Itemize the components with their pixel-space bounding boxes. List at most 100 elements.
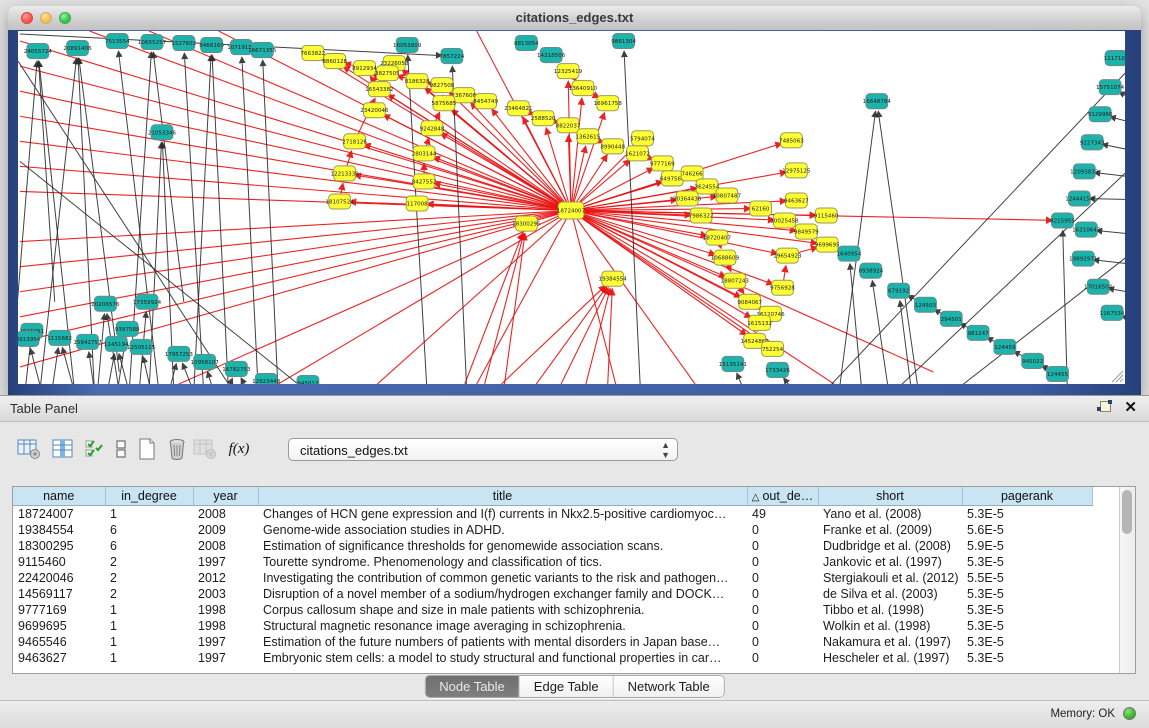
- graph-node[interactable]: 12975125: [782, 163, 811, 178]
- table-cell[interactable]: 0: [747, 522, 818, 538]
- table-row[interactable]: 977716911998Corpus callosum shape and si…: [13, 602, 1092, 618]
- graph-node[interactable]: 1640954: [837, 246, 862, 261]
- graph-node[interactable]: 18300295: [512, 216, 541, 231]
- graph-node[interactable]: 1527602: [171, 36, 196, 51]
- selection-checks-icon[interactable]: [82, 436, 108, 462]
- graph-node[interactable]: 24055724: [24, 44, 53, 59]
- table-cell[interactable]: 6: [105, 538, 193, 554]
- column-header-in_degree[interactable]: in_degree: [105, 487, 193, 506]
- graph-node[interactable]: 9242848: [420, 121, 445, 136]
- table-cell[interactable]: 5.6E-5: [962, 522, 1092, 538]
- table-row[interactable]: 1938455462009Genome-wide association stu…: [13, 522, 1092, 538]
- table-cell[interactable]: Tibbo et al. (1998): [818, 602, 962, 618]
- graph-node[interactable]: 17359924: [133, 294, 162, 309]
- table-cell[interactable]: 9699695: [13, 618, 105, 634]
- table-cell[interactable]: 9465546: [13, 634, 105, 650]
- graph-node[interactable]: 8813054: [514, 36, 539, 51]
- table-cell[interactable]: 0: [747, 554, 818, 570]
- window-titlebar[interactable]: citations_edges.txt: [8, 6, 1141, 31]
- graph-node[interactable]: 5794074: [630, 131, 655, 146]
- table-cell[interactable]: 5.5E-5: [962, 570, 1092, 586]
- graph-node[interactable]: 1621072: [625, 146, 650, 161]
- table-cell[interactable]: Franke et al. (2009): [818, 522, 962, 538]
- graph-node[interactable]: 9397588: [115, 321, 140, 336]
- table-row[interactable]: 946362711997Embryonic stem cells: a mode…: [13, 650, 1092, 666]
- graph-node[interactable]: 8990448: [600, 139, 625, 154]
- graph-node[interactable]: 8938924: [858, 263, 883, 278]
- table-cell[interactable]: 2003: [193, 586, 258, 602]
- table-cell[interactable]: 1997: [193, 634, 258, 650]
- graph-node[interactable]: 18720407: [703, 230, 732, 245]
- graph-node[interactable]: 7857224: [440, 49, 465, 64]
- graph-node[interactable]: 14218506: [537, 48, 566, 63]
- graph-node[interactable]: 9861304: [611, 34, 636, 49]
- table-cell[interactable]: 9777169: [13, 602, 105, 618]
- graph-node[interactable]: 16782753: [222, 361, 251, 376]
- table-cell[interactable]: 18300295: [13, 538, 105, 554]
- graph-node[interactable]: 23420046: [360, 103, 389, 118]
- column-header-title[interactable]: title: [258, 487, 747, 506]
- graph-node[interactable]: 9827508: [430, 78, 455, 93]
- graph-node[interactable]: 8186328: [405, 74, 430, 89]
- table-cell[interactable]: Corpus callosum shape and size in male p…: [258, 602, 747, 618]
- graph-node[interactable]: 8912934: [352, 61, 377, 76]
- table-cell[interactable]: 5.3E-5: [962, 618, 1092, 634]
- table-cell[interactable]: 1: [105, 618, 193, 634]
- column-header-pagerank[interactable]: pagerank: [962, 487, 1092, 506]
- table-cell[interactable]: de Silva et al. (2003): [818, 586, 962, 602]
- table-cell[interactable]: Changes of HCN gene expression and I(f) …: [258, 506, 747, 523]
- table-selector-dropdown[interactable]: citations_edges.txt ▲▼: [288, 438, 678, 461]
- graph-node[interactable]: 2588520: [531, 111, 556, 126]
- graph-node[interactable]: 13640910: [569, 81, 598, 96]
- table-cell[interactable]: 2008: [193, 506, 258, 523]
- graph-node[interactable]: 18724007: [557, 202, 586, 219]
- graph-node[interactable]: 10655257: [138, 35, 167, 50]
- graph-node[interactable]: 1733426: [765, 362, 790, 377]
- table-row[interactable]: 1456911722003Disruption of a novel membe…: [13, 586, 1092, 602]
- table-cell[interactable]: Investigating the contribution of common…: [258, 570, 747, 586]
- table-cell[interactable]: Dudbridge et al. (2008): [818, 538, 962, 554]
- table-cell[interactable]: 18724007: [13, 506, 105, 523]
- citation-graph[interactable]: 1872400718300295766382288601288912934232…: [18, 31, 1125, 384]
- graph-node[interactable]: 10688609: [711, 250, 740, 265]
- tab-network-table[interactable]: Network Table: [614, 676, 724, 697]
- graph-node[interactable]: 2803144: [412, 146, 437, 161]
- table-cell[interactable]: 1998: [193, 602, 258, 618]
- graph-node[interactable]: 23464821: [504, 101, 533, 116]
- table-cell[interactable]: 0: [747, 618, 818, 634]
- graph-node[interactable]: 12213339: [331, 166, 360, 181]
- table-row[interactable]: 2242004622012Investigating the contribut…: [13, 570, 1092, 586]
- table-cell[interactable]: 0: [747, 602, 818, 618]
- graph-node[interactable]: 9699695: [815, 237, 840, 252]
- graph-node[interactable]: 12505115: [127, 339, 156, 354]
- graph-node[interactable]: 12444154: [1065, 191, 1094, 206]
- table-cell[interactable]: Structural magnetic resonance image aver…: [258, 618, 747, 634]
- table-cell[interactable]: 5.3E-5: [962, 634, 1092, 650]
- table-cell[interactable]: 1: [105, 602, 193, 618]
- table-cell[interactable]: 1: [105, 506, 193, 523]
- table-cell[interactable]: 5.9E-5: [962, 538, 1092, 554]
- table-cell[interactable]: 22420046: [13, 570, 105, 586]
- graph-node[interactable]: 3913954: [18, 331, 41, 346]
- table-cell[interactable]: 2012: [193, 570, 258, 586]
- graph-node[interactable]: 12923448: [252, 373, 281, 384]
- function-builder-icon[interactable]: f(x): [226, 436, 252, 462]
- table-cell[interactable]: Estimation of the future numbers of pati…: [258, 634, 747, 650]
- graph-node[interactable]: 9227343: [1080, 135, 1105, 150]
- row-height-icon[interactable]: [108, 436, 134, 462]
- delete-column-icon[interactable]: [164, 436, 190, 462]
- graph-node[interactable]: 9849579: [794, 224, 819, 239]
- graph-node[interactable]: 20206576: [91, 296, 120, 311]
- graph-node[interactable]: 7513554: [105, 34, 130, 49]
- graph-node[interactable]: 752254: [762, 341, 784, 356]
- network-canvas[interactable]: 1872400718300295766382288601288912934232…: [18, 31, 1125, 384]
- graph-node[interactable]: 1362615: [576, 129, 601, 144]
- graph-node[interactable]: 21053346: [148, 125, 177, 140]
- graph-node[interactable]: 15751074: [1096, 80, 1125, 95]
- graph-node[interactable]: 294501: [940, 311, 962, 326]
- graph-node[interactable]: 20891406: [63, 41, 92, 56]
- graph-node[interactable]: 1117104: [1104, 51, 1125, 66]
- tab-node-table[interactable]: Node Table: [425, 676, 520, 697]
- graph-node[interactable]: 16053809: [393, 38, 422, 53]
- graph-node[interactable]: 124503: [915, 297, 937, 312]
